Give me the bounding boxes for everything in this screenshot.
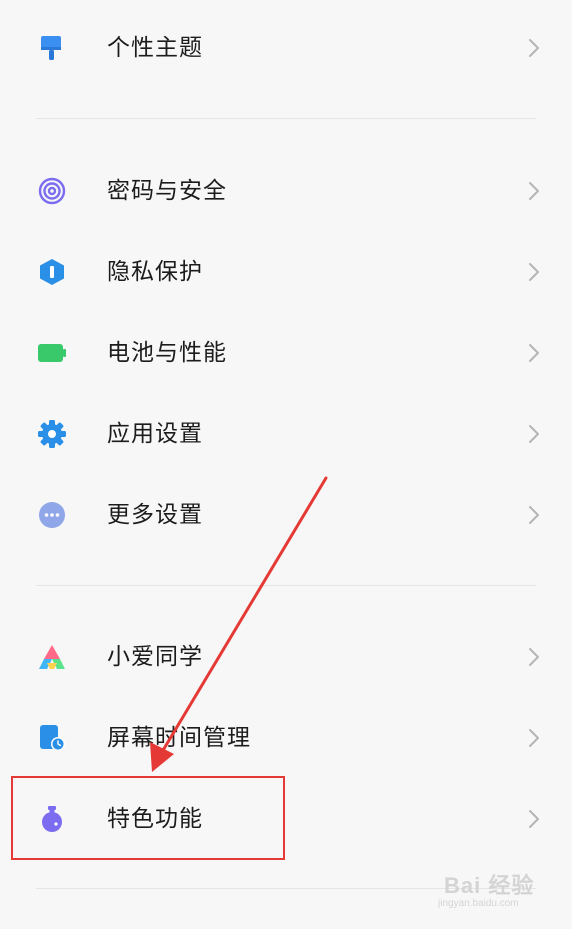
chevron-right-icon <box>527 342 541 364</box>
settings-item-label: 密码与安全 <box>107 178 227 204</box>
settings-item-label: 电池与性能 <box>107 340 227 366</box>
privacy-shield-icon <box>38 258 66 286</box>
settings-item-app-settings[interactable]: 应用设置 <box>0 394 572 474</box>
section-divider <box>36 585 536 586</box>
settings-item-label: 个性主题 <box>107 35 203 61</box>
settings-item-label: 隐私保护 <box>107 259 203 285</box>
more-dots-icon <box>38 501 66 529</box>
chevron-right-icon <box>527 504 541 526</box>
chevron-right-icon <box>527 180 541 202</box>
battery-icon <box>38 339 66 367</box>
chevron-right-icon <box>527 261 541 283</box>
chevron-right-icon <box>527 646 541 668</box>
paint-brush-icon <box>38 34 66 62</box>
screen-time-icon <box>38 724 66 752</box>
fingerprint-icon <box>38 177 66 205</box>
settings-item-password-security[interactable]: 密码与安全 <box>0 151 572 231</box>
section-divider <box>36 118 536 119</box>
settings-item-screen-time[interactable]: 屏幕时间管理 <box>0 698 572 778</box>
settings-item-label: 更多设置 <box>107 502 203 528</box>
highlight-box <box>11 776 285 860</box>
xiaoai-icon <box>38 643 66 671</box>
chevron-right-icon <box>527 37 541 59</box>
chevron-right-icon <box>527 808 541 830</box>
settings-item-label: 小爱同学 <box>107 644 203 670</box>
gear-icon <box>38 420 66 448</box>
settings-item-more-settings[interactable]: 更多设置 <box>0 475 572 555</box>
settings-screen: 个性主题 密码与安全 隐私保护 电池与性能 应用设置 更多设置 小爱同学 屏幕时… <box>0 0 572 929</box>
chevron-right-icon <box>527 423 541 445</box>
settings-item-privacy[interactable]: 隐私保护 <box>0 232 572 312</box>
watermark-url: jingyan.baidu.com <box>438 898 519 909</box>
watermark-logo-text: Bai 经验 <box>444 873 535 898</box>
settings-item-label: 应用设置 <box>107 421 203 447</box>
baidu-watermark: Bai 经验 jingyan.baidu.com <box>430 862 560 918</box>
settings-item-label: 屏幕时间管理 <box>107 725 251 751</box>
settings-item-theme[interactable]: 个性主题 <box>0 8 572 88</box>
settings-item-xiaoai[interactable]: 小爱同学 <box>0 617 572 697</box>
settings-item-battery[interactable]: 电池与性能 <box>0 313 572 393</box>
chevron-right-icon <box>527 727 541 749</box>
